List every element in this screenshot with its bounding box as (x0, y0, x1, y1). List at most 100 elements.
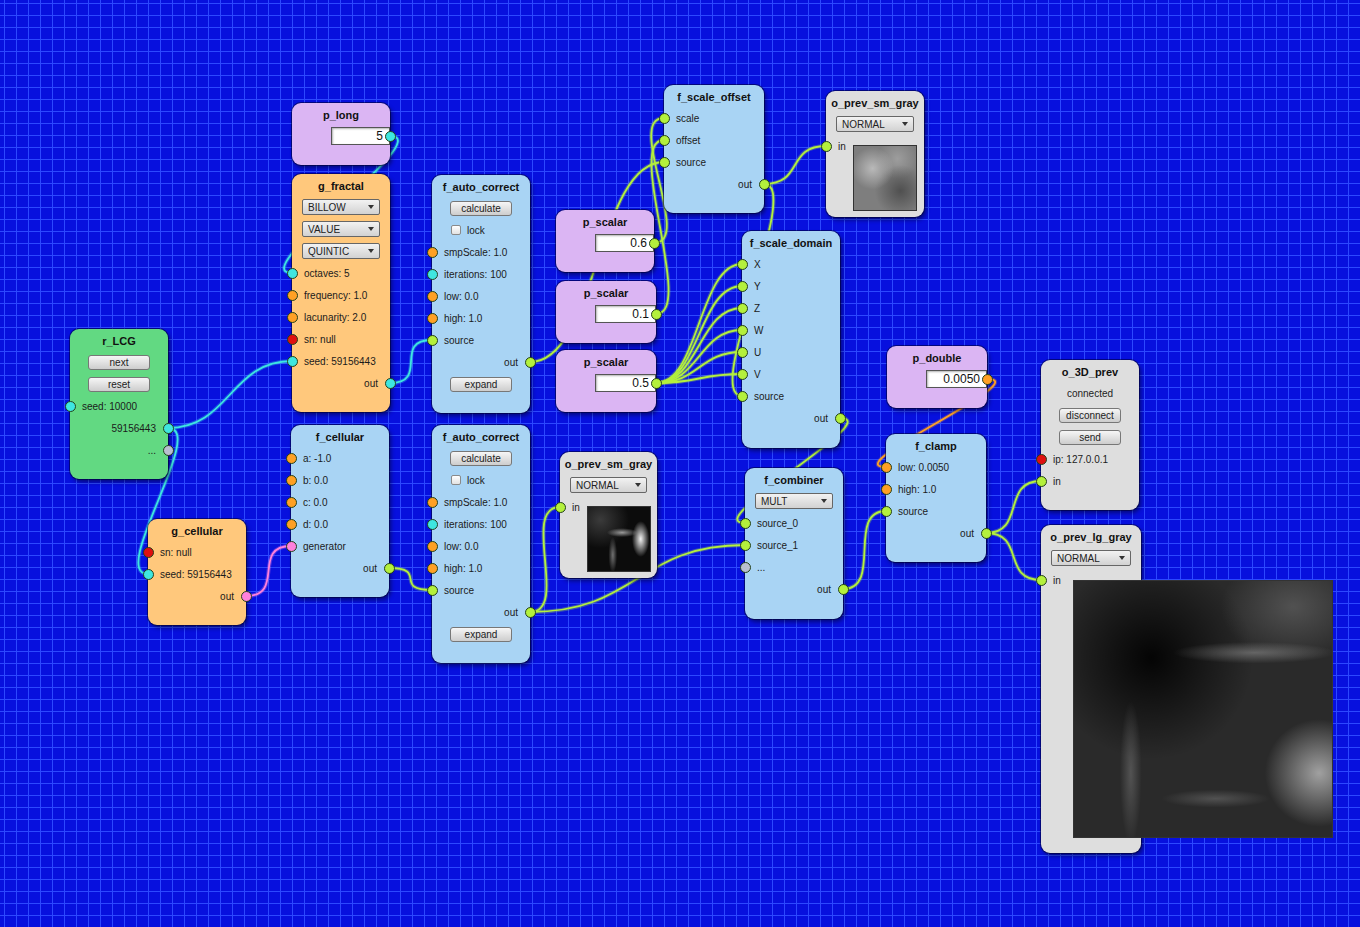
graph-node[interactable]: o_prev_lg_grayNORMALin (1041, 525, 1141, 853)
port[interactable] (427, 247, 438, 258)
checkbox-box[interactable] (451, 225, 461, 235)
graph-node[interactable]: r_LCGnextresetseed: 1000059156443... (70, 329, 168, 479)
port[interactable] (287, 334, 298, 345)
wire[interactable] (986, 533, 1041, 580)
wire[interactable] (843, 511, 886, 589)
graph-node[interactable]: f_auto_correctcalculatelocksmpScale: 1.0… (432, 175, 530, 413)
graph-node[interactable]: p_scalar0.6 (556, 210, 654, 272)
node-title[interactable]: p_scalar (556, 210, 654, 232)
port[interactable] (659, 113, 670, 124)
value-field[interactable]: 0.1 (595, 305, 656, 323)
node-canvas[interactable]: p_long5g_fractalBILLOWVALUEQUINTICoctave… (0, 0, 1360, 927)
port[interactable] (737, 391, 748, 402)
node-title[interactable]: p_double (887, 346, 987, 368)
port[interactable] (427, 291, 438, 302)
port[interactable] (737, 281, 748, 292)
port[interactable] (427, 497, 438, 508)
port[interactable] (737, 369, 748, 380)
graph-node[interactable]: g_cellularsn: nullseed: 59156443out (148, 519, 246, 625)
port[interactable] (651, 378, 662, 389)
wire[interactable] (530, 507, 560, 612)
graph-node[interactable]: f_combinerMULTsource_0source_1...out (745, 468, 843, 619)
node-title[interactable]: o_3D_prev (1041, 360, 1139, 382)
node-button[interactable]: calculate (450, 201, 512, 216)
port[interactable] (286, 453, 297, 464)
node-button[interactable]: reset (88, 377, 150, 392)
checkbox-box[interactable] (451, 475, 461, 485)
port[interactable] (65, 401, 76, 412)
node-title[interactable]: f_cellular (291, 425, 389, 447)
graph-node[interactable]: f_auto_correctcalculatelocksmpScale: 1.0… (432, 425, 530, 663)
port[interactable] (427, 313, 438, 324)
port[interactable] (385, 131, 396, 142)
node-title[interactable]: p_scalar (556, 350, 656, 372)
port[interactable] (287, 312, 298, 323)
graph-node[interactable]: p_double0.0050 (887, 346, 987, 408)
graph-node[interactable]: p_scalar0.1 (556, 281, 656, 343)
port[interactable] (649, 238, 660, 249)
mode-dropdown[interactable]: NORMAL (570, 477, 647, 493)
port[interactable] (740, 518, 751, 529)
port[interactable] (759, 179, 770, 190)
node-button[interactable]: disconnect (1059, 408, 1121, 423)
port[interactable] (821, 141, 832, 152)
mode-dropdown[interactable]: QUINTIC (302, 243, 380, 259)
port[interactable] (881, 506, 892, 517)
port[interactable] (286, 541, 297, 552)
node-button[interactable]: next (88, 355, 150, 370)
port[interactable] (838, 584, 849, 595)
port[interactable] (881, 462, 892, 473)
port[interactable] (143, 569, 154, 580)
port[interactable] (1036, 454, 1047, 465)
node-title[interactable]: p_long (292, 103, 390, 125)
port[interactable] (287, 356, 298, 367)
node-button[interactable]: send (1059, 430, 1121, 445)
port[interactable] (737, 347, 748, 358)
wire[interactable] (656, 352, 742, 383)
wire[interactable] (656, 374, 742, 383)
graph-node[interactable]: o_prev_sm_grayNORMALin (560, 452, 657, 578)
mode-dropdown[interactable]: NORMAL (1051, 550, 1131, 566)
wire[interactable] (656, 330, 742, 383)
node-title[interactable]: f_auto_correct (432, 175, 530, 197)
port[interactable] (555, 502, 566, 513)
port[interactable] (427, 519, 438, 530)
port[interactable] (737, 303, 748, 314)
mode-dropdown[interactable]: NORMAL (836, 116, 914, 132)
port[interactable] (385, 378, 396, 389)
port[interactable] (981, 528, 992, 539)
graph-node[interactable]: o_3D_prevconnecteddisconnectsendip: 127.… (1041, 360, 1139, 510)
graph-node[interactable]: f_cellulara: -1.0b: 0.0c: 0.0d: 0.0gener… (291, 425, 389, 597)
graph-node[interactable]: p_long5 (292, 103, 390, 165)
port[interactable] (427, 585, 438, 596)
port[interactable] (163, 445, 174, 456)
wire[interactable] (389, 568, 432, 590)
graph-node[interactable]: p_scalar0.5 (556, 350, 656, 412)
port[interactable] (740, 540, 751, 551)
lock-checkbox[interactable]: lock (451, 225, 485, 236)
port[interactable] (286, 475, 297, 486)
port[interactable] (287, 268, 298, 279)
port[interactable] (241, 591, 252, 602)
node-button[interactable]: expand (450, 377, 512, 392)
port[interactable] (737, 259, 748, 270)
port[interactable] (740, 562, 751, 573)
node-title[interactable]: f_auto_correct (432, 425, 530, 447)
port[interactable] (835, 413, 846, 424)
wire[interactable] (656, 286, 742, 383)
port[interactable] (427, 541, 438, 552)
node-title[interactable]: f_scale_offset (664, 85, 764, 107)
node-title[interactable]: f_clamp (886, 434, 986, 456)
port[interactable] (651, 309, 662, 320)
node-title[interactable]: o_prev_sm_gray (560, 452, 657, 474)
port[interactable] (286, 519, 297, 530)
node-title[interactable]: f_scale_domain (742, 231, 840, 253)
wire[interactable] (986, 481, 1041, 533)
node-title[interactable]: r_LCG (70, 329, 168, 351)
mode-dropdown[interactable]: VALUE (302, 221, 380, 237)
port[interactable] (1036, 575, 1047, 586)
mode-dropdown[interactable]: MULT (755, 493, 833, 509)
port[interactable] (143, 547, 154, 558)
node-title[interactable]: o_prev_sm_gray (826, 91, 924, 113)
port[interactable] (659, 157, 670, 168)
